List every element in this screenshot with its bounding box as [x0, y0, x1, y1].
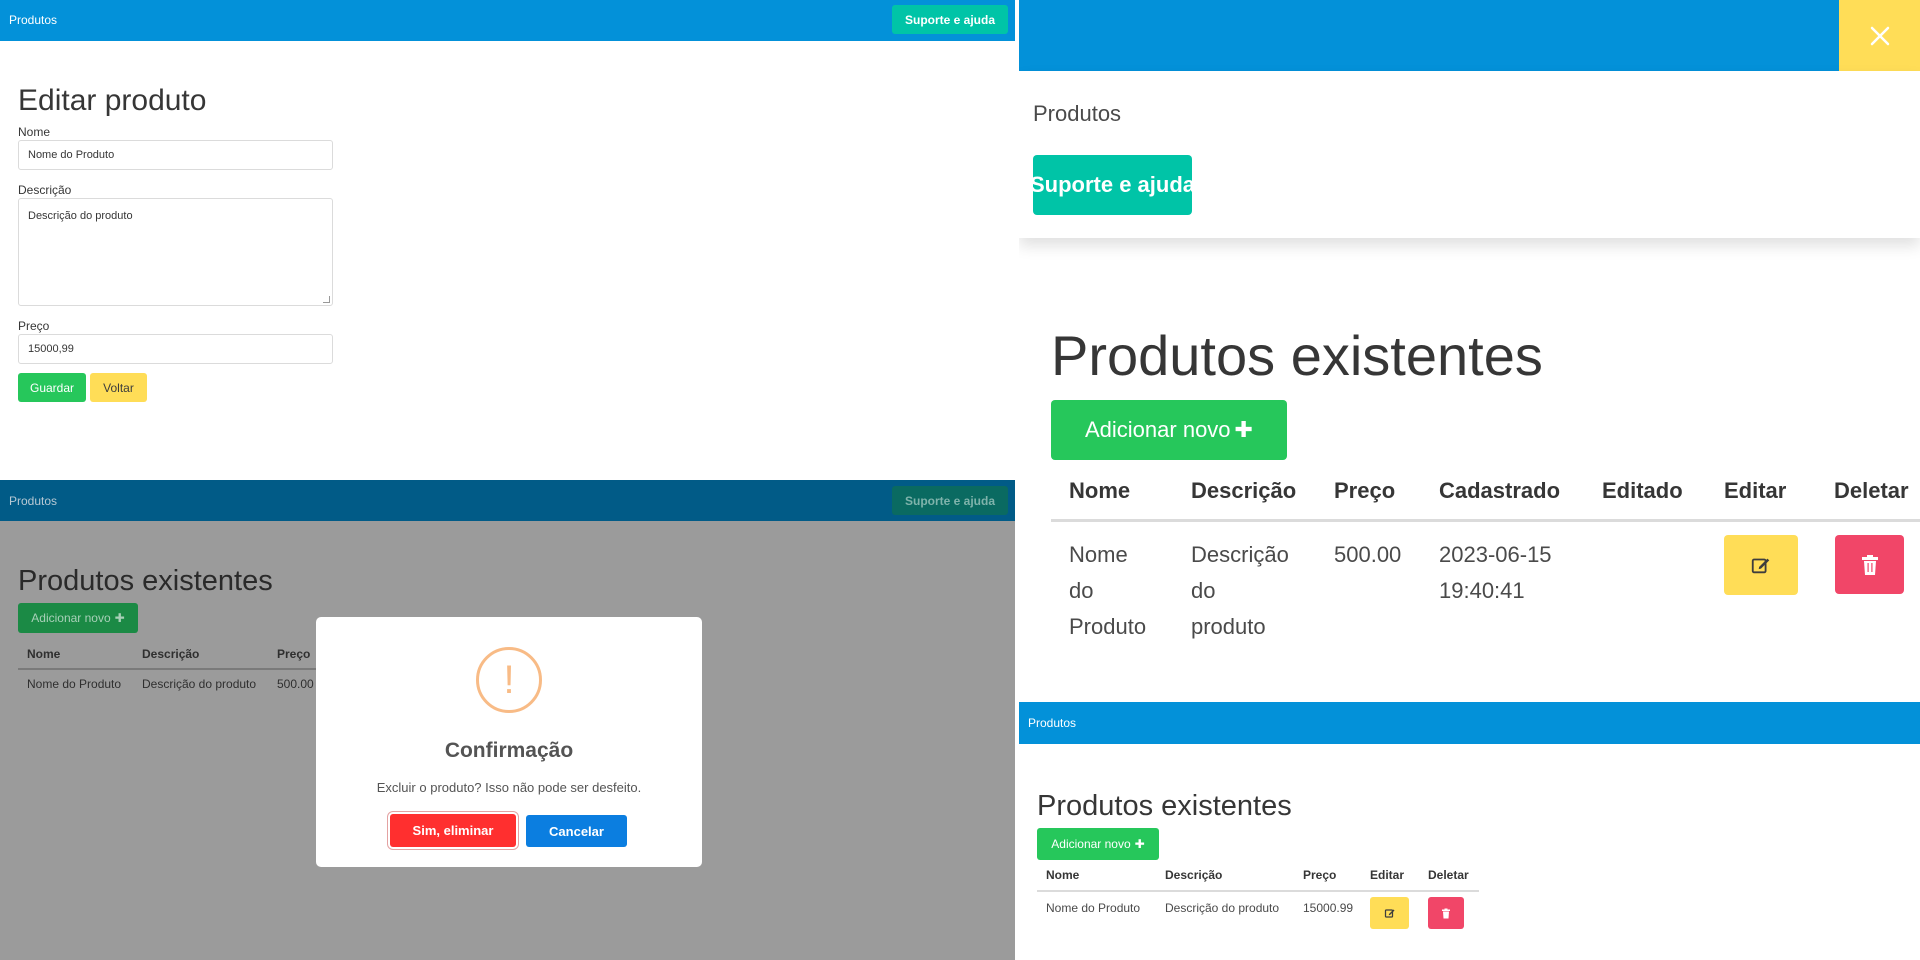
table-cell: Descrição do produto — [1165, 901, 1280, 915]
delete-confirmation-screen: Produtos Suporte e ajuda Produtos existe… — [0, 480, 1015, 960]
mobile-products-screen: Produtos Suporte e ajuda Produtos existe… — [1019, 0, 1920, 702]
column-header: Nome — [1046, 868, 1080, 882]
column-header: Editar — [1724, 478, 1787, 503]
close-icon — [1870, 26, 1889, 45]
delete-button[interactable] — [1428, 897, 1464, 929]
navbar-brand[interactable]: Produtos — [1028, 716, 1076, 730]
column-header: Preço — [1303, 868, 1337, 882]
delete-button[interactable] — [1835, 535, 1904, 594]
warning-icon: ! — [476, 647, 542, 713]
add-new-button[interactable]: Adicionar novo ✚ — [1051, 400, 1287, 460]
column-header: Nome — [1069, 478, 1131, 503]
navbar-brand: Produtos — [9, 494, 58, 508]
table-cell: Descrição do produto — [142, 677, 257, 691]
description-textarea-value: Descrição do produto — [28, 210, 133, 222]
column-header: Preço — [1334, 478, 1396, 503]
table-cell-name: Nome do Produto — [1069, 537, 1146, 645]
name-input[interactable]: Nome do Produto — [18, 140, 333, 170]
dialog-title: Confirmação — [444, 739, 574, 762]
add-new-label: Adicionar novo — [1085, 417, 1231, 442]
edit-icon — [1384, 909, 1394, 918]
table-cell-created: 2023-06-15 19:40:41 — [1439, 537, 1552, 609]
column-header: Deletar — [1428, 868, 1469, 882]
name-label: Nome — [18, 125, 51, 139]
cell-line: Nome — [1069, 542, 1128, 567]
back-button[interactable]: Voltar — [90, 373, 147, 402]
edit-product-screen: Produtos Suporte e ajuda Editar produto … — [0, 0, 1015, 480]
cancel-button[interactable]: Cancelar — [526, 815, 627, 847]
page-title: Produtos existentes — [1037, 790, 1292, 822]
support-button: Suporte e ajuda — [892, 486, 1008, 515]
navbar: Produtos Suporte e ajuda — [0, 0, 1015, 41]
add-new-button[interactable]: Adicionar novo ✚ — [1037, 828, 1159, 860]
edit-button[interactable] — [1724, 535, 1798, 595]
support-button[interactable]: Suporte e ajuda — [1030, 155, 1195, 215]
cell-line: 2023-06-15 — [1439, 542, 1552, 567]
menu-item-products[interactable]: Produtos — [1033, 101, 1121, 127]
price-input-value: 15000,99 — [28, 343, 74, 355]
trash-icon — [1861, 554, 1878, 575]
column-header: Descrição — [1191, 478, 1297, 503]
edit-button[interactable] — [1370, 897, 1409, 929]
navbar-menu: Produtos Suporte e ajuda — [1019, 71, 1920, 238]
plus-icon: ✚ — [1134, 837, 1145, 851]
confirm-delete-button[interactable]: Sim, eliminar — [390, 814, 516, 847]
price-input[interactable]: 15000,99 — [18, 334, 333, 364]
description-label: Descrição — [18, 183, 72, 197]
confirm-dialog: ! Confirmação Excluir o produto? Isso nã… — [316, 617, 702, 867]
plus-icon: ✚ — [114, 611, 125, 625]
cell-line: Descrição — [1191, 542, 1289, 567]
column-header: Editado — [1602, 478, 1683, 503]
dialog-message: Excluir o produto? Isso não pode ser des… — [376, 780, 642, 795]
column-header: Nome — [27, 647, 61, 661]
trash-icon — [1442, 908, 1450, 918]
page-title: Produtos existentes — [1051, 324, 1543, 387]
name-input-value: Nome do Produto — [28, 149, 115, 161]
products-list-screen: Produtos Produtos existentes Adicionar n… — [1019, 702, 1920, 960]
header-divider — [1037, 890, 1479, 892]
navbar: Produtos Suporte e ajuda — [0, 480, 1015, 521]
resize-handle[interactable] — [323, 296, 330, 303]
page-title: Produtos existentes — [18, 565, 273, 597]
add-new-label: Adicionar novo — [1051, 837, 1131, 851]
cell-line: do — [1191, 578, 1216, 603]
cell-line: produto — [1191, 614, 1266, 639]
header-divider — [1051, 519, 1920, 522]
table-cell: Nome do Produto — [27, 677, 122, 691]
column-header: Cadastrado — [1439, 478, 1561, 503]
column-header: Descrição — [142, 647, 200, 661]
table-cell: 15000.99 — [1303, 901, 1354, 915]
column-header: Deletar — [1834, 478, 1909, 503]
table-cell-description: Descrição do produto — [1191, 537, 1289, 645]
add-new-button: Adicionar novo ✚ — [18, 603, 138, 633]
header-divider — [18, 668, 318, 670]
column-header: Editar — [1370, 868, 1405, 882]
table-cell-price: 500.00 — [1334, 542, 1402, 567]
plus-icon: ✚ — [1234, 417, 1253, 442]
page-title: Editar produto — [18, 84, 207, 117]
add-new-label: Adicionar novo — [31, 611, 111, 625]
table-cell: Nome do Produto — [1046, 901, 1141, 915]
cell-line: 19:40:41 — [1439, 578, 1525, 603]
save-button[interactable]: Guardar — [18, 373, 86, 402]
price-label: Preço — [18, 319, 50, 333]
edit-icon — [1751, 558, 1770, 574]
cell-line: do — [1069, 578, 1094, 603]
table-cell: 500.00 — [277, 677, 314, 691]
close-menu-button[interactable] — [1839, 0, 1920, 71]
navbar-brand[interactable]: Produtos — [9, 13, 57, 27]
column-header: Preço — [277, 647, 311, 661]
navbar: Produtos — [1019, 702, 1920, 744]
cell-line: Produto — [1069, 614, 1147, 639]
description-textarea[interactable]: Descrição do produto — [18, 198, 333, 306]
support-button[interactable]: Suporte e ajuda — [892, 5, 1008, 34]
column-header: Descrição — [1165, 868, 1223, 882]
navbar — [1019, 0, 1920, 71]
